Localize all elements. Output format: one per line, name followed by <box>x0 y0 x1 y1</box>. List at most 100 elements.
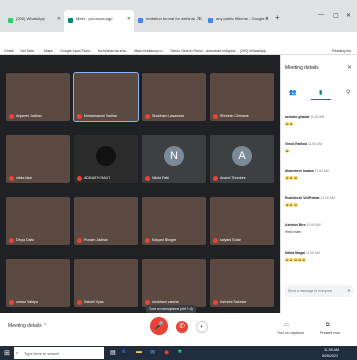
close-icon[interactable]: ✕ <box>57 16 61 22</box>
minimize-icon[interactable]: — <box>318 12 324 18</box>
chrome-icon[interactable]: ◉ <box>164 349 169 356</box>
camera-button[interactable]: ◐ <box>196 321 208 333</box>
clock-time: 11:05 AM <box>324 348 339 352</box>
close-icon[interactable]: ✕ <box>127 16 131 22</box>
chat-icon[interactable]: ▮ <box>319 89 322 96</box>
present-label[interactable]: Present now <box>320 331 340 335</box>
close-icon[interactable]: ✕ <box>265 16 269 22</box>
avatar <box>96 146 116 166</box>
windows-taskbar: ⊞ ⌕ Type here to search ▤ e ▬ ✉ ◉ ■ 11:0… <box>0 346 357 360</box>
participant-tile: Punam Jadhav <box>74 197 138 245</box>
clock-date: 5/26/2021 <box>322 354 338 358</box>
participant-grid: Anjanee Jadhav Mohannaomi Vadhar Shubham… <box>0 55 280 313</box>
people-icon[interactable]: 👥 <box>289 89 296 96</box>
participant-tile: Anjanee Jadhav <box>6 73 70 121</box>
participant-tile: Mohannaomi Vadhar <box>73 72 139 122</box>
mic-off-icon <box>145 238 150 243</box>
mic-off-icon <box>213 300 218 305</box>
maximize-icon[interactable]: ▢ <box>333 12 339 19</box>
bookmark[interactable]: YouTube <box>20 49 34 53</box>
mic-off-icon <box>9 238 14 243</box>
mail-icon[interactable]: ✉ <box>150 349 155 356</box>
participant-tile: nikita fake <box>6 135 70 183</box>
search-icon: ⌕ <box>16 350 19 355</box>
tab-whatsapp[interactable]: (200) WhatsApp ✕ <box>4 10 64 32</box>
close-icon[interactable]: ✕ <box>347 64 352 71</box>
mic-off-icon <box>145 176 150 181</box>
browser-tab-bar: (200) WhatsApp ✕ Meet - pni-xmrw-sgp ✕ inv… <box>0 0 357 32</box>
leave-call-button[interactable]: ✆ <box>176 321 188 333</box>
edge-icon[interactable]: e <box>122 349 125 355</box>
tooltip: Turn on microphone (ctrl + d) <box>146 305 196 313</box>
bookmark[interactable]: Google Input Tools... <box>60 49 93 53</box>
chat-message: Nikita Mogal 11:00 AM 😀😀😀😀😀 <box>285 251 321 262</box>
app-icon[interactable]: ■ <box>178 349 182 355</box>
chat-message: Rushikesh VeliPotdar 11:00 AM 😀😀😀 <box>285 196 335 207</box>
mic-off-icon <box>213 238 218 243</box>
new-tab-button[interactable]: + <box>275 13 280 22</box>
avatar: A <box>232 146 252 166</box>
meeting-details-panel: Meeting details ✕ 👥 ▮ ⚲ ashwini ghadal 1… <box>280 55 357 313</box>
bookmark[interactable]: Gmail <box>4 49 13 53</box>
mic-off-icon <box>9 114 14 119</box>
panel-title: Meeting details <box>285 65 319 71</box>
captions-label[interactable]: Turn on captions <box>277 331 304 335</box>
participant-tile: A Anand Thombre <box>210 135 274 183</box>
participant-tile: kalyani Sutar <box>210 197 274 245</box>
avatar: N <box>164 146 184 166</box>
participant-tile: N Nikita Patil <box>142 135 206 183</box>
mic-off-icon <box>77 300 82 305</box>
docs-icon <box>138 18 143 23</box>
chat-input[interactable]: Send a message to everyone <box>284 285 354 297</box>
present-icon[interactable]: ⧉ <box>326 322 330 328</box>
taskbar-search[interactable]: ⌕ Type here to search <box>14 347 104 359</box>
captions-icon[interactable]: ▭ <box>284 322 289 328</box>
tab-meet[interactable]: Meet - pni-xmrw-sgp ✕ <box>64 10 134 32</box>
mic-off-icon <box>77 176 82 181</box>
bookmark[interactable]: Reading list <box>332 49 351 53</box>
participant-tile: omkar Vaidya <box>6 259 70 307</box>
chat-message: Vinod Rathod 11:00 AM 😀 <box>285 142 323 153</box>
participant-tile: Ashwini Salunke <box>210 259 274 307</box>
mic-off-icon <box>213 176 218 181</box>
chat-message: Ashwini Bire 11:00 AM Hello mam <box>285 223 321 234</box>
chat-message: ashwini ghadal 11:00 AM 😀😀 <box>285 115 325 126</box>
meeting-details-button[interactable]: Meeting details ⌃ <box>8 323 47 329</box>
bookmark[interactable]: Maps <box>44 49 53 53</box>
send-icon[interactable]: ➤ <box>347 288 351 294</box>
microphone-button[interactable]: 🎤 <box>150 317 168 335</box>
bookmark[interactable]: https://indiacorp.n... <box>134 49 165 53</box>
mic-off-icon <box>145 114 150 119</box>
whatsapp-icon <box>8 18 13 23</box>
active-tab-indicator <box>311 99 331 100</box>
mic-off-icon <box>77 114 82 119</box>
mic-off-icon <box>213 114 218 119</box>
docs-icon <box>208 18 213 23</box>
participant-tile: Sakshi Vyas <box>74 259 138 307</box>
meeting-controls: Meeting details ⌃ Turn on microphone (ct… <box>0 305 357 346</box>
participant-tile: Kalyani Bhoger <box>142 197 206 245</box>
close-window-icon[interactable]: ✕ <box>346 12 351 19</box>
close-icon[interactable]: ✕ <box>197 16 201 22</box>
task-view-icon[interactable]: ▤ <box>110 349 116 356</box>
tab-docs-invitation[interactable]: invitation format for webinar - G ✕ <box>134 10 204 32</box>
bookmark[interactable]: (200) WhatsApp <box>240 49 266 53</box>
bookmark[interactable]: Yahoo Search Resul... <box>170 49 206 53</box>
mic-off-icon <box>9 300 14 305</box>
chat-message: dhanshree kadam 11:00 AM 😀😀😀 <box>285 169 329 180</box>
mic-off-icon <box>77 238 82 243</box>
participant-tile: shubham varsha <box>142 259 206 307</box>
address-bar-row: ← → ↻ meet.google.com/pni-xmrw-sgp ● ⋮ <box>0 32 357 76</box>
participant-tile: ADINATH RAUT <box>74 135 138 183</box>
participant-tile: Shreesh Chimane <box>210 73 274 121</box>
bookmarks-bar: Gmail YouTube Maps Google Input Tools...… <box>0 46 357 55</box>
activities-icon[interactable]: ⚲ <box>346 89 350 96</box>
file-explorer-icon[interactable]: ▬ <box>136 349 142 355</box>
bookmark[interactable]: download indigma... <box>206 49 238 53</box>
meet-icon <box>68 18 73 23</box>
windows-start-icon[interactable]: ⊞ <box>4 349 10 357</box>
bookmark[interactable]: tochi/sharma-sha... <box>98 49 129 53</box>
participant-tile: Divya Dalvi <box>6 197 70 245</box>
participant-tile: Shubham Lasanwar <box>142 73 206 121</box>
tab-docs-public[interactable]: any public fiftieme - Google S ✕ <box>204 10 272 32</box>
